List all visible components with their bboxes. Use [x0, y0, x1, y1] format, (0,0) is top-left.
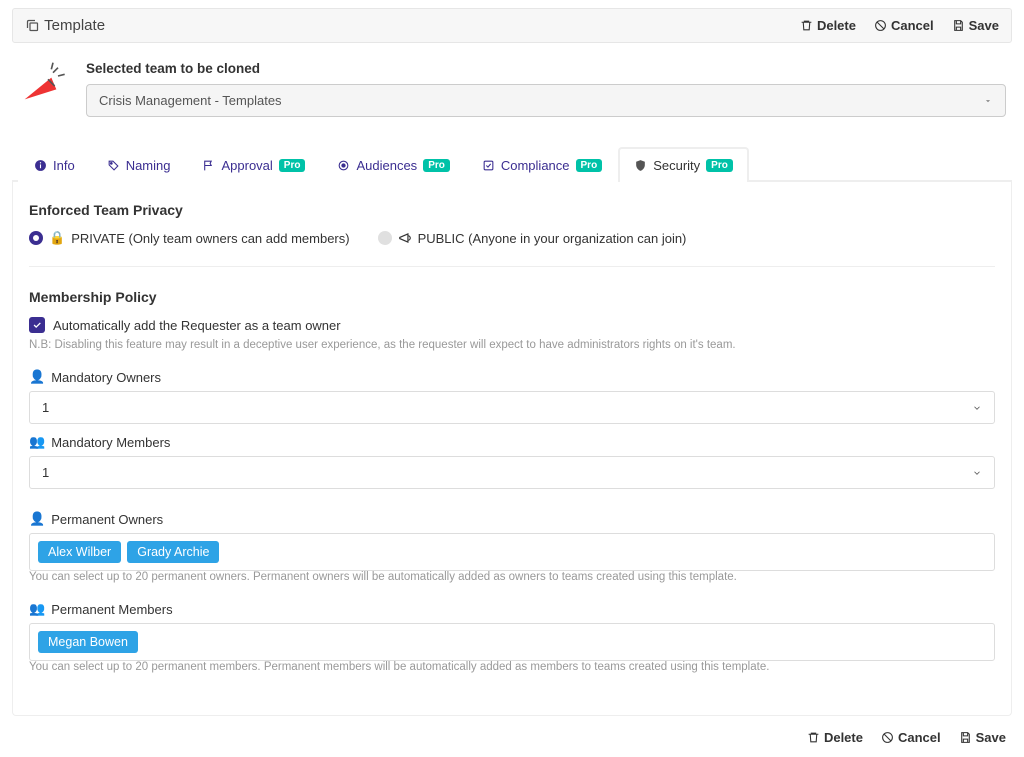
target-icon: [337, 159, 350, 172]
tabs: Info Naming Approval Pro Audiences Pro C…: [12, 145, 1012, 182]
mandatory-owners-select[interactable]: 1: [29, 391, 995, 424]
pro-badge: Pro: [706, 159, 733, 172]
mandatory-owners-value: 1: [42, 400, 49, 415]
checkbox-checked-icon: [29, 317, 45, 333]
auto-requester-hint: N.B: Disabling this feature may result i…: [29, 339, 995, 351]
tab-info[interactable]: Info: [18, 147, 91, 182]
pro-badge: Pro: [423, 159, 450, 172]
trash-icon: [800, 19, 813, 32]
privacy-public-option[interactable]: PUBLIC (Anyone in your organization can …: [378, 231, 687, 246]
cancel-button[interactable]: Cancel: [874, 18, 934, 33]
permanent-owners-hint: You can select up to 20 permanent owners…: [29, 571, 995, 583]
pro-badge: Pro: [279, 159, 306, 172]
radio-selected-icon: [29, 231, 43, 245]
save-button[interactable]: Save: [952, 18, 999, 33]
tab-compliance[interactable]: Compliance Pro: [466, 147, 618, 182]
page-title-text: Template: [44, 17, 105, 34]
tab-security[interactable]: Security Pro: [618, 147, 749, 182]
clone-team-select[interactable]: Crisis Management - Templates: [86, 84, 1006, 117]
privacy-title: Enforced Team Privacy: [29, 202, 995, 218]
member-icon: 👥: [29, 601, 45, 617]
owner-chip[interactable]: Grady Archie: [127, 541, 219, 563]
radio-unselected-icon: [378, 231, 392, 245]
flag-icon: [202, 159, 215, 172]
delete-button[interactable]: Delete: [800, 18, 856, 33]
trash-icon: [807, 731, 820, 744]
privacy-options: 🔒 PRIVATE (Only team owners can add memb…: [29, 230, 995, 267]
owner-chip[interactable]: Alex Wilber: [38, 541, 121, 563]
delete-button[interactable]: Delete: [807, 730, 863, 745]
pro-badge: Pro: [576, 159, 603, 172]
mandatory-members-value: 1: [42, 465, 49, 480]
clone-team-selected: Crisis Management - Templates: [99, 93, 282, 108]
chevron-down-icon: [972, 403, 982, 413]
auto-requester-row[interactable]: Automatically add the Requester as a tea…: [29, 317, 995, 333]
owner-icon: 👤: [29, 369, 45, 385]
tab-naming[interactable]: Naming: [91, 147, 187, 182]
checkbox-icon: [482, 159, 495, 172]
save-button[interactable]: Save: [959, 730, 1006, 745]
info-icon: [34, 159, 47, 172]
mandatory-members-label: 👥 Mandatory Members: [29, 434, 995, 450]
cancel-icon: [881, 731, 894, 744]
clone-section: Selected team to be cloned Crisis Manage…: [12, 61, 1012, 117]
save-icon: [952, 19, 965, 32]
shield-icon: [634, 159, 647, 172]
clone-label: Selected team to be cloned: [86, 61, 1006, 76]
copy-icon: [25, 18, 40, 33]
security-panel: Enforced Team Privacy 🔒 PRIVATE (Only te…: [12, 182, 1012, 716]
save-icon: [959, 731, 972, 744]
permanent-owners-input[interactable]: Alex Wilber Grady Archie: [29, 533, 995, 571]
cancel-button[interactable]: Cancel: [881, 730, 941, 745]
tab-approval[interactable]: Approval Pro: [186, 147, 321, 182]
footer-actions: Delete Cancel Save: [12, 716, 1012, 749]
chevron-down-icon: [983, 96, 993, 106]
megaphone-icon: [18, 61, 68, 111]
member-icon: 👥: [29, 434, 45, 450]
tag-icon: [107, 159, 120, 172]
permanent-members-input[interactable]: Megan Bowen: [29, 623, 995, 661]
permanent-members-hint: You can select up to 20 permanent member…: [29, 661, 995, 673]
mandatory-members-select[interactable]: 1: [29, 456, 995, 489]
permanent-owners-label: 👤 Permanent Owners: [29, 511, 995, 527]
page-title: Template: [25, 17, 105, 34]
privacy-private-option[interactable]: 🔒 PRIVATE (Only team owners can add memb…: [29, 230, 350, 246]
cancel-icon: [874, 19, 887, 32]
member-chip[interactable]: Megan Bowen: [38, 631, 138, 653]
lock-icon: 🔒: [49, 230, 65, 246]
page-header: Template Delete Cancel Save: [12, 8, 1012, 43]
mandatory-owners-label: 👤 Mandatory Owners: [29, 369, 995, 385]
megaphone-small-icon: [398, 231, 412, 245]
membership-title: Membership Policy: [29, 289, 995, 305]
permanent-members-label: 👥 Permanent Members: [29, 601, 995, 617]
header-actions: Delete Cancel Save: [800, 18, 999, 33]
clone-right: Selected team to be cloned Crisis Manage…: [86, 61, 1006, 117]
owner-icon: 👤: [29, 511, 45, 527]
chevron-down-icon: [972, 468, 982, 478]
tab-audiences[interactable]: Audiences Pro: [321, 147, 465, 182]
